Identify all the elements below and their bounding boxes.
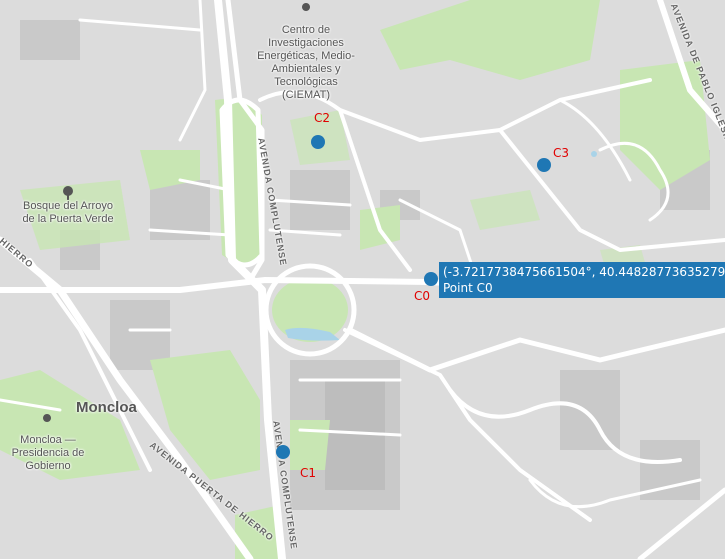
pond-small (591, 151, 597, 157)
ciemat-label: Centro de Investigaciones Energéticas, M… (257, 24, 355, 101)
marker-label-c1: C1 (300, 466, 317, 480)
marker-tooltip: (-3.7217738475661504°, 40.44828773635279… (439, 262, 725, 298)
marker-c0[interactable] (424, 272, 438, 286)
marker-c2[interactable] (311, 135, 325, 149)
marker-c3[interactable] (537, 158, 551, 172)
marker-c1[interactable] (276, 445, 290, 459)
marker-label-c0: C0 (414, 289, 431, 303)
marker-label-c2: C2 (314, 111, 331, 125)
moncloa-label: Moncloa (76, 399, 137, 416)
tooltip-coords: (-3.7217738475661504°, 40.44828773635279… (443, 265, 725, 279)
marker-label-c3: C3 (553, 146, 570, 160)
bosque-label: Bosque del Arroyo de la Puerta Verde (22, 200, 114, 225)
presidencia-label: Moncloa — Presidencia de Gobierno (11, 434, 85, 472)
tooltip-name: Point C0 (443, 281, 493, 295)
